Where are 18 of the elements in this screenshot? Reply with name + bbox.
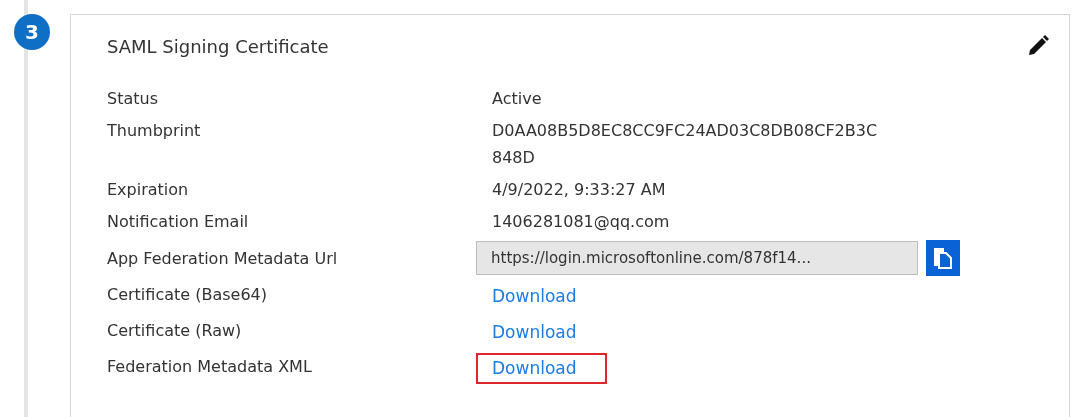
field-label: Notification Email [107, 211, 250, 233]
field-label: Certificate (Raw) [107, 320, 243, 342]
download-link[interactable]: Download [476, 281, 607, 312]
field-value: D0AA08B5D8EC8CC9FC24AD03C8DB08CF2B3C848D [492, 120, 879, 169]
field-label: Federation Metadata XML [107, 356, 313, 378]
download-link[interactable]: Download [476, 317, 607, 348]
field-value: Active [492, 88, 543, 110]
download-link[interactable]: Download [476, 353, 607, 384]
card-title: SAML Signing Certificate [107, 35, 329, 57]
url-field[interactable]: https://login.microsoftonline.com/878f14... [476, 241, 918, 275]
field-label: App Federation Metadata Url [107, 247, 339, 270]
field-label: Expiration [107, 179, 190, 201]
field-label: Status [107, 88, 159, 110]
field-label: Certificate (Base64) [107, 284, 268, 306]
field-value: 4/9/2022, 9:33:27 AM [492, 179, 667, 201]
field-label: Thumbprint [107, 120, 202, 142]
step-number-badge: 3 [14, 14, 50, 50]
field-value: 1406281081@qq.com [492, 211, 671, 233]
